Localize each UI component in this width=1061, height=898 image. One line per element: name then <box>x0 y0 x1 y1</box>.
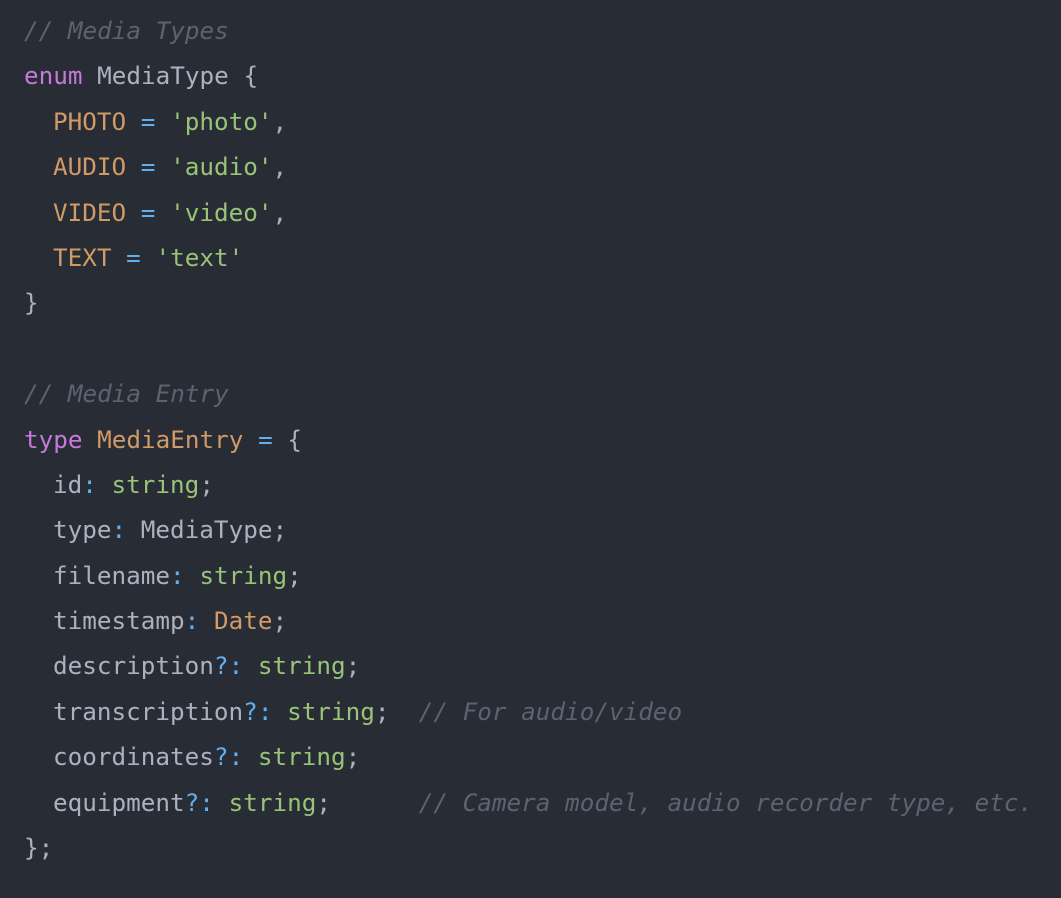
field-semicolon: ; <box>287 560 302 590</box>
enum-open-brace: { <box>243 61 259 91</box>
field-type: MediaType <box>140 515 273 545</box>
field-type: string <box>257 742 346 772</box>
field-line: coordinates?: string; <box>24 734 1061 779</box>
field-name: transcription <box>53 696 244 726</box>
field-semicolon: ; <box>316 787 331 817</box>
field-optional-marker: ? <box>213 742 229 772</box>
field-colon: : <box>184 606 200 636</box>
field-line: id: string; <box>24 462 1061 507</box>
field-name: filename <box>53 560 171 590</box>
field-colon: : <box>228 742 244 772</box>
field-type: string <box>111 469 200 499</box>
enum-member-name: AUDIO <box>53 152 127 182</box>
field-type: Date <box>213 606 273 636</box>
field-name: coordinates <box>53 742 214 772</box>
field-optional-marker: ? <box>213 651 229 681</box>
enum-member-line: AUDIO = 'audio', <box>24 144 1061 189</box>
comment-media-types: // Media Types <box>24 16 229 45</box>
enum-name: MediaType <box>97 61 229 91</box>
field-line: timestamp: Date; <box>24 598 1061 643</box>
enum-member-comma: , <box>272 106 288 136</box>
field-name: timestamp <box>53 606 185 636</box>
enum-keyword: enum <box>24 61 83 91</box>
field-colon: : <box>228 651 244 681</box>
field-optional-marker: ? <box>184 787 200 817</box>
enum-close-brace: } <box>24 288 39 318</box>
field-type: string <box>257 651 346 681</box>
field-semicolon: ; <box>345 742 361 772</box>
field-line: transcription?: string; // For audio/vid… <box>24 689 1061 734</box>
field-semicolon: ; <box>199 469 214 499</box>
enum-member-equals: = <box>140 197 156 227</box>
field-semicolon: ; <box>345 651 361 681</box>
field-name: id <box>53 469 83 499</box>
field-colon: : <box>82 469 97 499</box>
enum-member-value: 'photo' <box>170 106 273 136</box>
enum-member-name: TEXT <box>53 242 112 272</box>
enum-member-equals: = <box>140 152 156 182</box>
code-block: // Media Types enum MediaType {PHOTO = 'p… <box>24 8 1061 870</box>
enum-member-name: PHOTO <box>53 106 127 136</box>
field-name: equipment <box>53 787 185 817</box>
type-open-brace: { <box>287 424 302 454</box>
comment-media-entry: // Media Entry <box>24 379 229 409</box>
field-line: type: MediaType; <box>24 507 1061 552</box>
field-comment: // Camera model, audio recorder type, et… <box>418 787 1034 817</box>
field-semicolon: ; <box>374 696 390 726</box>
field-name: description <box>53 651 214 681</box>
field-name: type <box>53 515 112 545</box>
type-name: MediaEntry <box>97 424 244 454</box>
enum-member-value: 'audio' <box>170 152 273 182</box>
enum-member-line: VIDEO = 'video', <box>24 190 1061 235</box>
type-declaration-line: type MediaEntry = { <box>24 417 1061 462</box>
field-line: equipment?: string; // Camera model, aud… <box>24 780 1061 825</box>
enum-declaration-line: enum MediaType { <box>24 53 1061 98</box>
field-type: string <box>228 787 317 817</box>
field-type: string <box>199 560 288 590</box>
field-colon: : <box>199 787 214 817</box>
enum-member-line: PHOTO = 'photo', <box>24 99 1061 144</box>
field-optional-marker: ? <box>243 696 258 726</box>
type-keyword: type <box>24 424 83 454</box>
type-equals: = <box>258 424 273 454</box>
field-line: filename: string; <box>24 553 1061 598</box>
enum-member-name: VIDEO <box>53 197 127 227</box>
enum-member-value: 'text' <box>155 242 244 272</box>
enum-member-line: TEXT = 'text' <box>24 235 1061 280</box>
type-close-brace: }; <box>24 833 54 863</box>
field-comment: // For audio/video <box>418 696 683 726</box>
field-colon: : <box>257 696 273 726</box>
field-line: description?: string; <box>24 643 1061 688</box>
enum-member-comma: , <box>272 197 288 227</box>
enum-member-equals: = <box>126 242 141 272</box>
field-type: string <box>287 696 375 726</box>
field-semicolon: ; <box>272 515 288 545</box>
enum-member-value: 'video' <box>170 197 273 227</box>
field-colon: : <box>170 560 185 590</box>
enum-member-comma: , <box>272 152 288 182</box>
enum-member-equals: = <box>140 106 156 136</box>
field-semicolon: ; <box>272 606 288 636</box>
field-colon: : <box>111 515 127 545</box>
